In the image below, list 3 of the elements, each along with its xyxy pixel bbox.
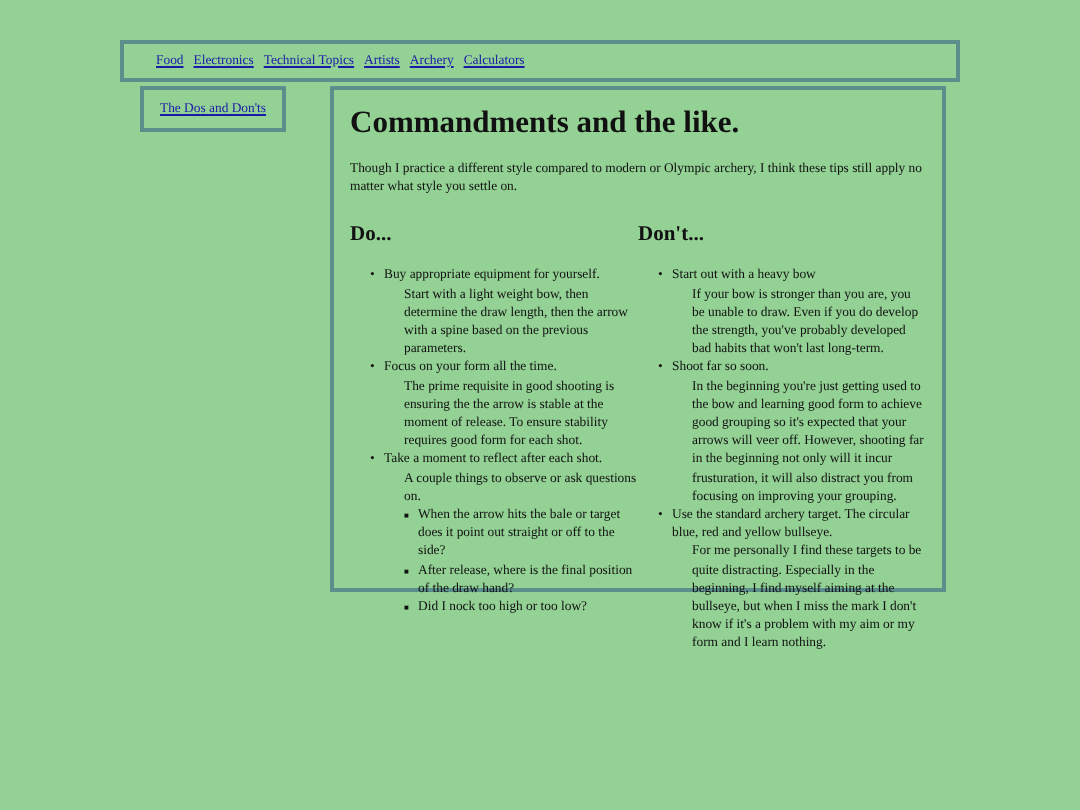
column-heading: Do... <box>350 224 394 249</box>
page-title: Commandments and the like. <box>350 106 742 142</box>
column-heading: Don't... <box>638 224 706 249</box>
